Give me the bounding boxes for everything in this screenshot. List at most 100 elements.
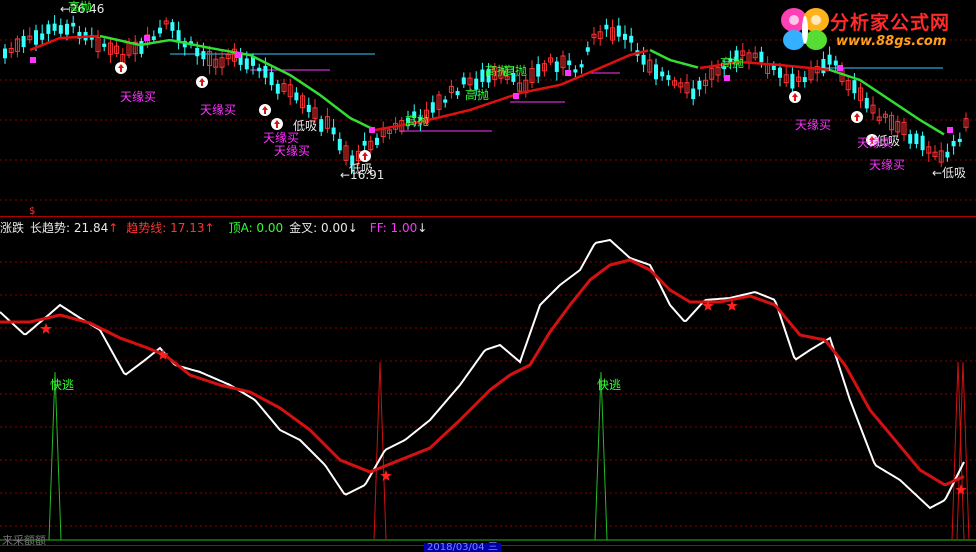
high-throw-label-6: 高抛 [720,56,745,70]
tianyuan-buy-label-2: 天缘买 [200,103,237,117]
down-candle [331,127,336,135]
down-candle [567,60,572,66]
red-trend-line [29,34,830,132]
cross-star-markers [40,300,967,495]
down-candle [821,58,826,74]
down-candle [629,35,634,43]
tianyuan-buy-label-1: 天缘买 [120,90,157,104]
down-candle [3,48,7,59]
magenta-square-marker-icon [565,70,571,76]
down-candle [21,36,26,48]
down-candle [604,24,609,30]
site-logo: 分析家公式网 www.88gs.com [778,2,974,54]
down-candle [691,88,696,100]
down-candle [852,80,857,94]
down-candle [319,119,324,132]
down-candle [771,65,776,71]
bottom-status-text: 来采额额 [2,534,46,547]
down-candle [480,69,485,82]
down-candle [536,64,541,77]
magenta-square-marker-icon [369,127,375,133]
legend-long-trend: 长趋势: 21.84 [30,221,109,235]
tianyuan-buy-label-7: 天缘买 [869,158,906,172]
tianyuan-buy-label-4: 天缘买 [274,144,311,158]
down-candle [46,24,51,34]
magenta-square-marker-icon [144,35,150,41]
down-candle [269,72,274,86]
down-candle [833,60,838,66]
low-absorb-label-1: 低吸 [349,162,374,176]
down-candle [759,51,764,63]
down-candle [306,104,311,113]
high-throw-label-5: 高抛 [503,64,528,78]
down-candle [951,140,956,147]
low-absorb-label-4: ←低吸 [932,166,967,180]
magenta-square-marker-icon [837,65,843,71]
indicator-legend: 涨跌 长趋势: 21.84↑ 趋势线: 17.13↑ 顶A: 0.00 金叉: 0.00… [0,219,433,235]
down-candle [139,40,144,54]
tianyuan-buy-label-6: 天缘买 [857,136,894,150]
down-candle [654,64,658,80]
dollar-mark: $ [29,206,36,217]
date-cursor-label: 2018/03/04 三 [424,543,501,552]
down-candle [579,64,584,68]
down-candle [102,43,107,47]
down-candle [585,47,590,52]
down-candle [864,97,869,109]
down-candle [616,25,621,37]
tianyuan-buy-label-5: 天缘买 [795,118,832,132]
down-arrow-icon: ↓ [417,221,428,235]
down-candle [660,71,665,77]
stock-chart-window: ←26.46 高抛 ←16.91 低吸 低吸 低吸 ←低吸 高抛 高抛 高抛 高… [0,0,976,552]
down-candle [554,61,559,72]
green-spike-series [0,371,976,541]
down-candle [790,73,795,89]
down-candle [914,133,919,145]
down-candle [40,33,45,40]
down-candle [957,138,962,143]
down-candle [697,80,702,90]
magenta-square-marker-icon [947,127,953,133]
down-candle [52,23,57,31]
chart-canvas[interactable] [0,0,976,552]
fast-escape-label-2: 快逃 [597,378,622,392]
down-candle [195,47,200,57]
red-star-icon [40,323,52,334]
signal-markers [30,35,953,162]
tianyuan-buy-label-3: 天缘买 [263,131,300,145]
down-candle [827,54,832,65]
down-candle [362,140,367,146]
butterfly-logo-icon [781,8,829,50]
down-candle [65,23,69,35]
high-throw-label-1: 高抛 [68,0,93,14]
down-candle [275,83,280,94]
down-candle [34,30,38,45]
down-candle [778,67,782,78]
magenta-square-marker-icon [513,93,519,99]
down-candle [58,25,63,34]
down-candle [71,22,76,27]
down-candle [945,151,950,158]
down-candle [151,36,156,40]
down-arrow-icon: ↓ [347,221,358,235]
legend-ff: FF: 1.00 [369,221,418,235]
fast-escape-label-1: 快逃 [50,378,75,392]
up-arrow-icon: ↑ [108,221,119,235]
down-candle [802,77,807,83]
high-throw-label-3: 高抛 [465,88,490,102]
red-star-icon [380,470,392,481]
legend-trend-line: 趋势线: 17.13 [126,221,205,235]
down-candle [337,138,342,151]
down-candle [244,58,249,70]
magenta-square-marker-icon [724,75,730,81]
down-candle [908,134,913,144]
down-candle [623,33,627,40]
down-candle [170,22,175,31]
down-candle [573,69,578,73]
magenta-square-marker-icon [235,52,241,58]
magenta-square-marker-icon [30,57,36,63]
red-spike-series [373,361,970,541]
logo-title: 分析家公式网 [830,12,951,34]
down-candle [294,92,299,101]
legend-top-a: 顶A: 0.00 [228,221,284,235]
